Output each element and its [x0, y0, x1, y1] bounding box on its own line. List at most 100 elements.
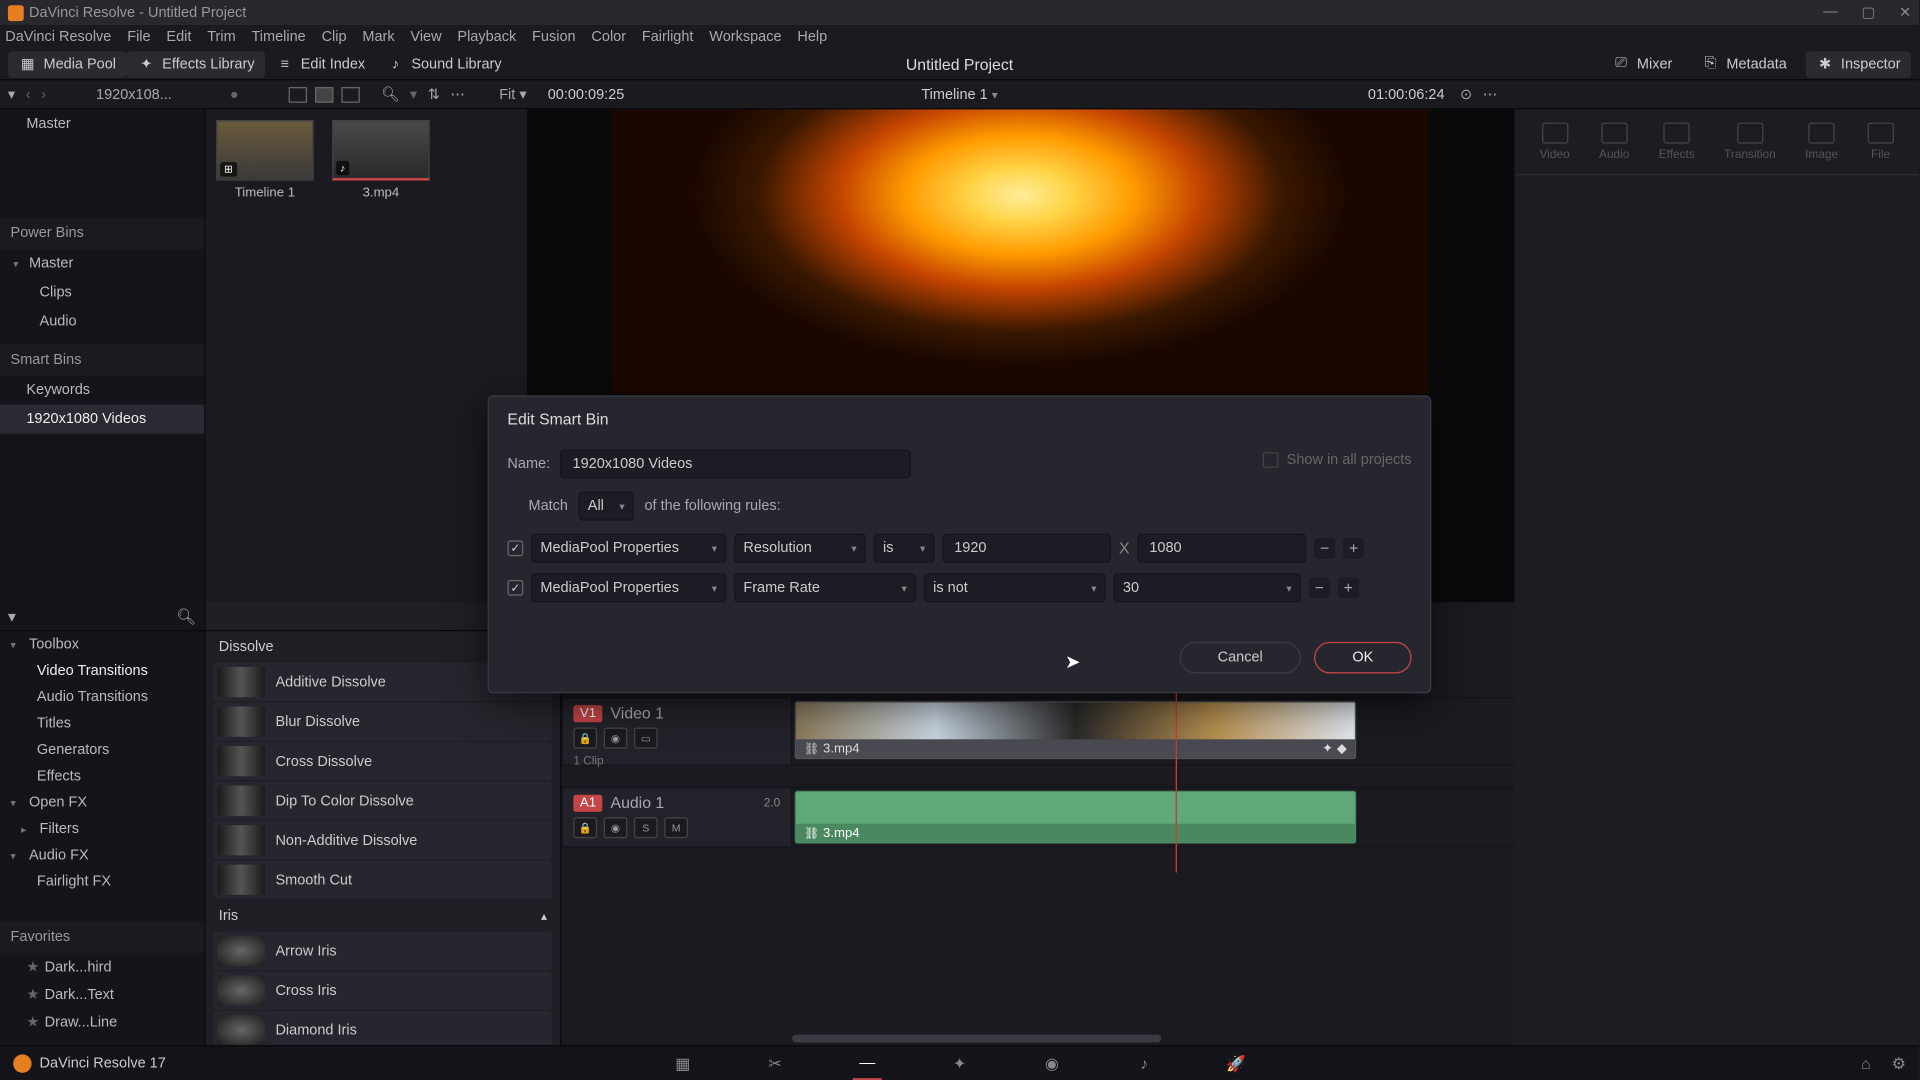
keywords-smartbin[interactable]: Keywords	[0, 376, 204, 405]
rule-category-dropdown[interactable]: MediaPool Properties▾	[531, 573, 726, 602]
mute-button[interactable]: M	[664, 817, 688, 838]
sort-icon[interactable]: ⇅	[428, 86, 440, 103]
effects-toggle[interactable]: ✦Effects Library	[127, 51, 266, 77]
favorite-item[interactable]: ★Draw...Line	[0, 1008, 204, 1036]
timeline-name[interactable]: Timeline 1 ▾	[921, 86, 997, 102]
track-toggle-icon[interactable]: ◉	[604, 728, 628, 749]
tree-filters[interactable]: ▸Filters	[0, 816, 204, 842]
menu-item[interactable]: Mark	[362, 29, 394, 45]
fx-item[interactable]: Diamond Iris	[214, 1011, 553, 1048]
tree-audiofx[interactable]: ▾Audio FX	[0, 842, 204, 868]
view-list-icon[interactable]	[289, 86, 307, 102]
inspector-tab-transition[interactable]: Transition	[1724, 123, 1776, 161]
sound-toggle[interactable]: ♪Sound Library	[376, 51, 512, 77]
inspector-tab-audio[interactable]: Audio	[1599, 123, 1629, 161]
cancel-button[interactable]: Cancel	[1179, 642, 1301, 674]
clips-bin[interactable]: Clips	[0, 278, 204, 307]
favorite-item[interactable]: ★Dark...hird	[0, 953, 204, 981]
page-color[interactable]: ◉	[1037, 1051, 1066, 1075]
menu-item[interactable]: Playback	[457, 29, 516, 45]
inspector-tab-image[interactable]: Image	[1805, 123, 1838, 161]
view-grid-icon[interactable]	[315, 86, 333, 102]
lock-icon[interactable]: 🔒	[573, 728, 597, 749]
menu-item[interactable]: Fusion	[532, 29, 576, 45]
inspector-toggle[interactable]: ✱Inspector	[1805, 51, 1911, 77]
remove-rule-button[interactable]: −	[1314, 538, 1335, 559]
menu-item[interactable]: Fairlight	[642, 29, 694, 45]
rule-value-input[interactable]	[942, 534, 1111, 563]
fx-item[interactable]: Blur Dissolve	[214, 702, 553, 740]
master-powerbin[interactable]: ▾Master	[0, 249, 204, 278]
rule-operator-dropdown[interactable]: is not▾	[924, 573, 1106, 602]
match-dropdown[interactable]: All▾	[579, 492, 634, 521]
fx-item[interactable]: Cross Dissolve	[214, 742, 553, 780]
page-fairlight[interactable]: ♪	[1130, 1051, 1159, 1075]
menu-item[interactable]: Help	[797, 29, 827, 45]
view-strip-icon[interactable]	[341, 86, 359, 102]
inspector-tab-video[interactable]: Video	[1540, 123, 1570, 161]
minimize-icon[interactable]: —	[1823, 4, 1837, 21]
viewer-more-icon[interactable]: ⋯	[1483, 86, 1497, 103]
close-icon[interactable]: ✕	[1899, 4, 1911, 21]
remove-rule-button[interactable]: −	[1309, 577, 1330, 598]
fx-item[interactable]: Smooth Cut	[214, 861, 553, 899]
page-cut[interactable]: ✂	[760, 1051, 789, 1075]
tree-titles[interactable]: Titles	[0, 710, 204, 736]
track-toggle-icon[interactable]: ◉	[604, 817, 628, 838]
audio-bin[interactable]: Audio	[0, 307, 204, 336]
tree-video-transitions[interactable]: Video Transitions	[0, 658, 204, 684]
bin-dropdown-icon[interactable]: ▾	[8, 86, 15, 103]
smartbin-name-input[interactable]	[561, 449, 912, 478]
editindex-toggle[interactable]: ≡Edit Index	[265, 51, 376, 77]
rule-category-dropdown[interactable]: MediaPool Properties▾	[531, 534, 726, 563]
nav-back-icon[interactable]: ‹	[26, 86, 31, 102]
fx-item[interactable]: Dip To Color Dissolve	[214, 782, 553, 820]
more-icon[interactable]: ⋯	[450, 86, 464, 103]
tree-effects[interactable]: Effects	[0, 763, 204, 789]
inspector-tab-effects[interactable]: Effects	[1659, 123, 1695, 161]
rule-value2-input[interactable]	[1137, 534, 1306, 563]
search-icon[interactable]: 🔍︎	[176, 607, 196, 625]
rule-operator-dropdown[interactable]: is▾	[874, 534, 935, 563]
selected-smartbin[interactable]: 1920x1080 Videos	[0, 405, 204, 434]
timeline-scrollbar[interactable]	[792, 1035, 1161, 1043]
tree-openfx[interactable]: ▾Open FX	[0, 789, 204, 815]
fit-dropdown[interactable]: Fit ▾	[499, 86, 526, 103]
fx-item[interactable]: Cross Iris	[214, 971, 553, 1009]
metadata-toggle[interactable]: ⎘Metadata	[1691, 51, 1798, 77]
page-media[interactable]: ▦	[668, 1051, 697, 1075]
settings-icon[interactable]: ⚙	[1892, 1054, 1906, 1072]
inspector-tab-file[interactable]: File	[1867, 123, 1893, 161]
audio-clip[interactable]: ⛓3.mp4	[795, 791, 1356, 844]
toolbox-header[interactable]: ▾Toolbox	[0, 631, 204, 657]
page-deliver[interactable]: 🚀	[1222, 1051, 1251, 1075]
video-clip[interactable]: ⛓3.mp4✦ ◆	[795, 701, 1356, 759]
tree-generators[interactable]: Generators	[0, 737, 204, 763]
menu-item[interactable]: View	[410, 29, 441, 45]
mixer-toggle[interactable]: ⎚Mixer	[1601, 51, 1683, 77]
rule-enable-checkbox[interactable]: ✓	[507, 580, 523, 596]
media-thumb[interactable]: ♪ 3.mp4	[332, 120, 430, 200]
bypass-icon[interactable]: ⊙	[1460, 86, 1472, 103]
media-thumb[interactable]: ⊞ Timeline 1	[216, 120, 314, 200]
page-fusion[interactable]: ✦	[945, 1051, 974, 1075]
rule-enable-checkbox[interactable]: ✓	[507, 540, 523, 556]
maximize-icon[interactable]: ▢	[1862, 4, 1876, 21]
fx-item[interactable]: Non-Additive Dissolve	[214, 821, 553, 859]
favorite-item[interactable]: ★Dark...Text	[0, 981, 204, 1009]
menu-item[interactable]: DaVinci Resolve	[5, 29, 111, 45]
video-track-header[interactable]: V1Video 1 🔒◉▭ 1 Clip	[561, 697, 792, 766]
add-rule-button[interactable]: +	[1338, 577, 1359, 598]
master-bin[interactable]: Master	[0, 109, 204, 138]
panel-menu-icon[interactable]: ▾	[8, 607, 16, 625]
fx-item[interactable]: Arrow Iris	[214, 932, 553, 970]
tree-fairlightfx[interactable]: Fairlight FX	[0, 869, 204, 895]
rule-property-dropdown[interactable]: Resolution▾	[734, 534, 866, 563]
rule-value-dropdown[interactable]: 30▾	[1114, 573, 1301, 602]
nav-fwd-icon[interactable]: ›	[41, 86, 46, 102]
menu-item[interactable]: Trim	[207, 29, 235, 45]
menu-item[interactable]: Timeline	[251, 29, 305, 45]
menu-item[interactable]: Workspace	[709, 29, 781, 45]
page-edit[interactable]: ⎯⎯	[853, 1051, 882, 1075]
menu-item[interactable]: Edit	[166, 29, 191, 45]
